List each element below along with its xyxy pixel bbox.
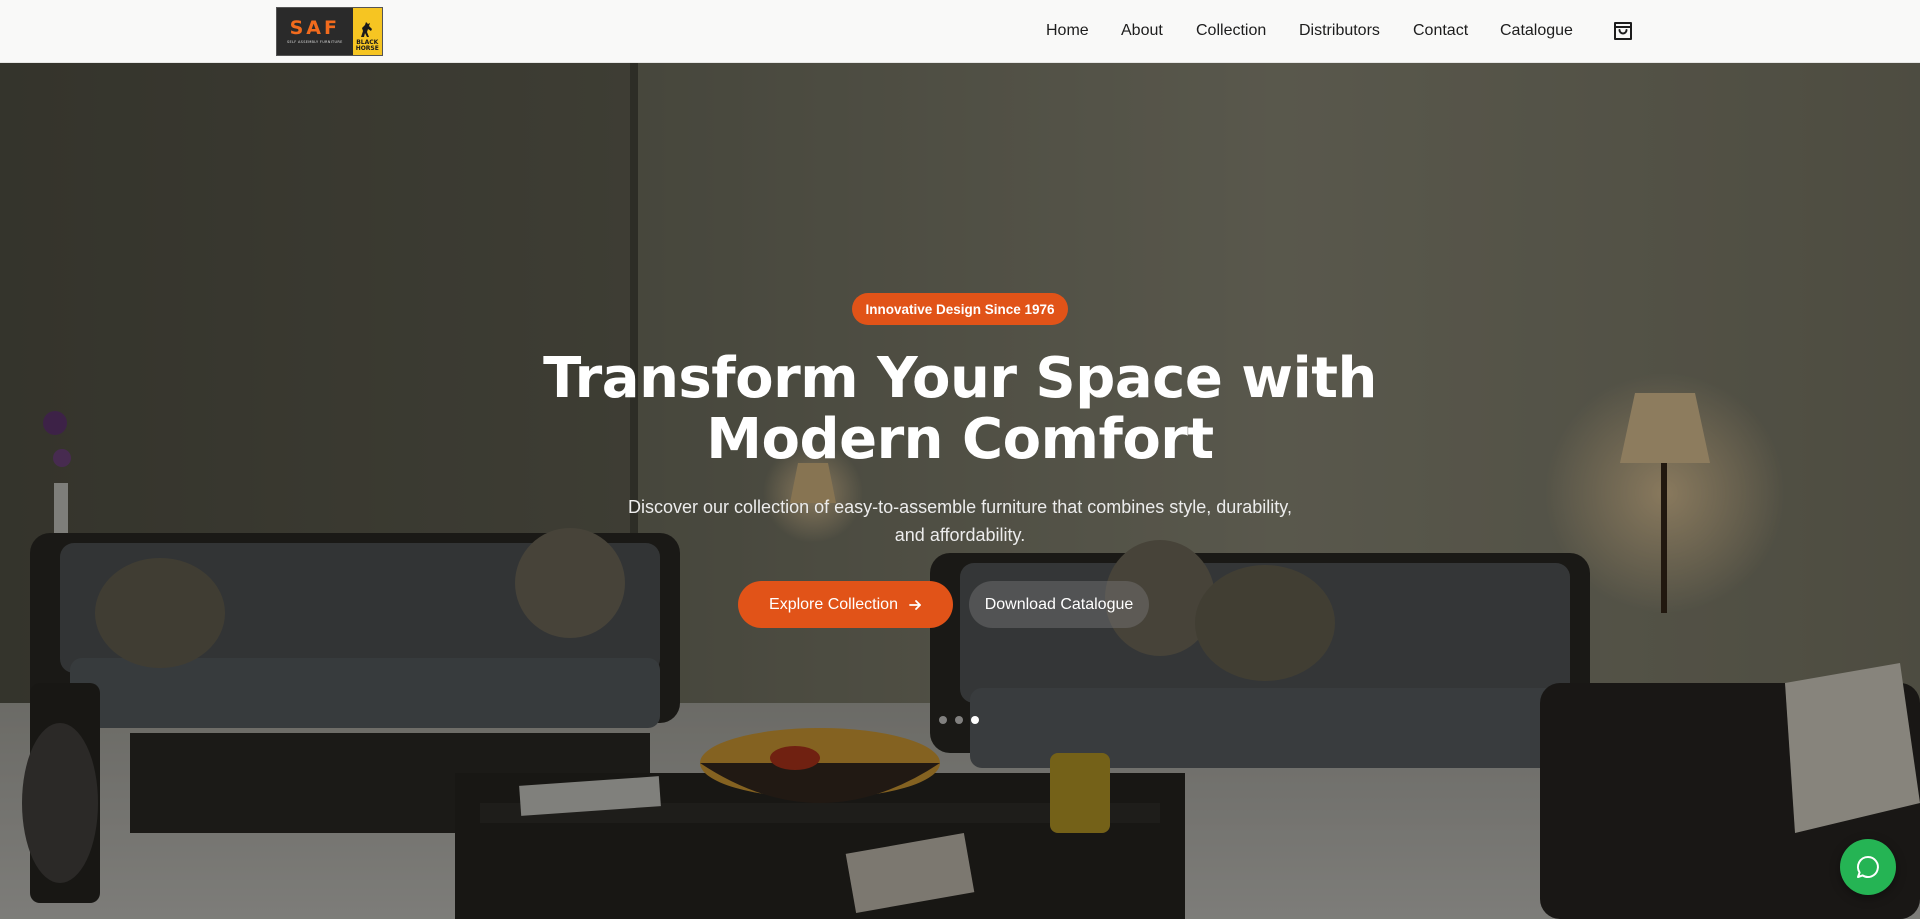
explore-collection-label: Explore Collection bbox=[769, 595, 898, 613]
nav-item-contact[interactable]: Contact bbox=[1413, 22, 1468, 40]
hero-headline-line1: Transform Your Space with bbox=[543, 346, 1377, 411]
hero-content: Innovative Design Since 1976 Transform Y… bbox=[0, 63, 1920, 919]
slider-dot-1[interactable] bbox=[939, 716, 947, 724]
hero-headline: Transform Your Space with Modern Comfort bbox=[460, 348, 1460, 470]
slider-dot-3[interactable] bbox=[971, 716, 979, 724]
nav-item-collection[interactable]: Collection bbox=[1196, 22, 1266, 40]
chat-bubble-icon bbox=[1857, 855, 1879, 878]
site-header: SAF SELF ASSEMBLY FURNITURE BLACK HORSE … bbox=[0, 0, 1920, 63]
download-catalogue-label: Download Catalogue bbox=[984, 595, 1134, 613]
hero-headline-line2: Modern Comfort bbox=[706, 407, 1214, 472]
nav-item-home[interactable]: Home bbox=[1046, 22, 1089, 40]
hero-subtext-line2: and affordability. bbox=[894, 525, 1026, 545]
nav-item-catalogue[interactable]: Catalogue bbox=[1500, 22, 1573, 40]
hero-subtext-line1: Discover our collection of easy-to-assem… bbox=[628, 497, 1292, 517]
hero-section: Innovative Design Since 1976 Transform Y… bbox=[0, 63, 1920, 919]
nav-item-distributors[interactable]: Distributors bbox=[1299, 22, 1380, 40]
shopping-bag-icon[interactable] bbox=[1611, 19, 1635, 43]
explore-collection-button[interactable]: Explore Collection bbox=[738, 581, 953, 628]
nav-item-about[interactable]: About bbox=[1121, 22, 1163, 40]
slider-dot-2[interactable] bbox=[955, 716, 963, 724]
hero-badge: Innovative Design Since 1976 bbox=[852, 293, 1068, 325]
hero-subtext: Discover our collection of easy-to-assem… bbox=[610, 493, 1310, 549]
arrow-right-icon bbox=[909, 599, 921, 610]
slider-dots bbox=[939, 716, 979, 724]
main-nav: Home About Collection Distributors Conta… bbox=[0, 0, 1920, 63]
download-catalogue-button[interactable]: Download Catalogue bbox=[969, 581, 1149, 628]
chat-button[interactable] bbox=[1840, 839, 1896, 895]
